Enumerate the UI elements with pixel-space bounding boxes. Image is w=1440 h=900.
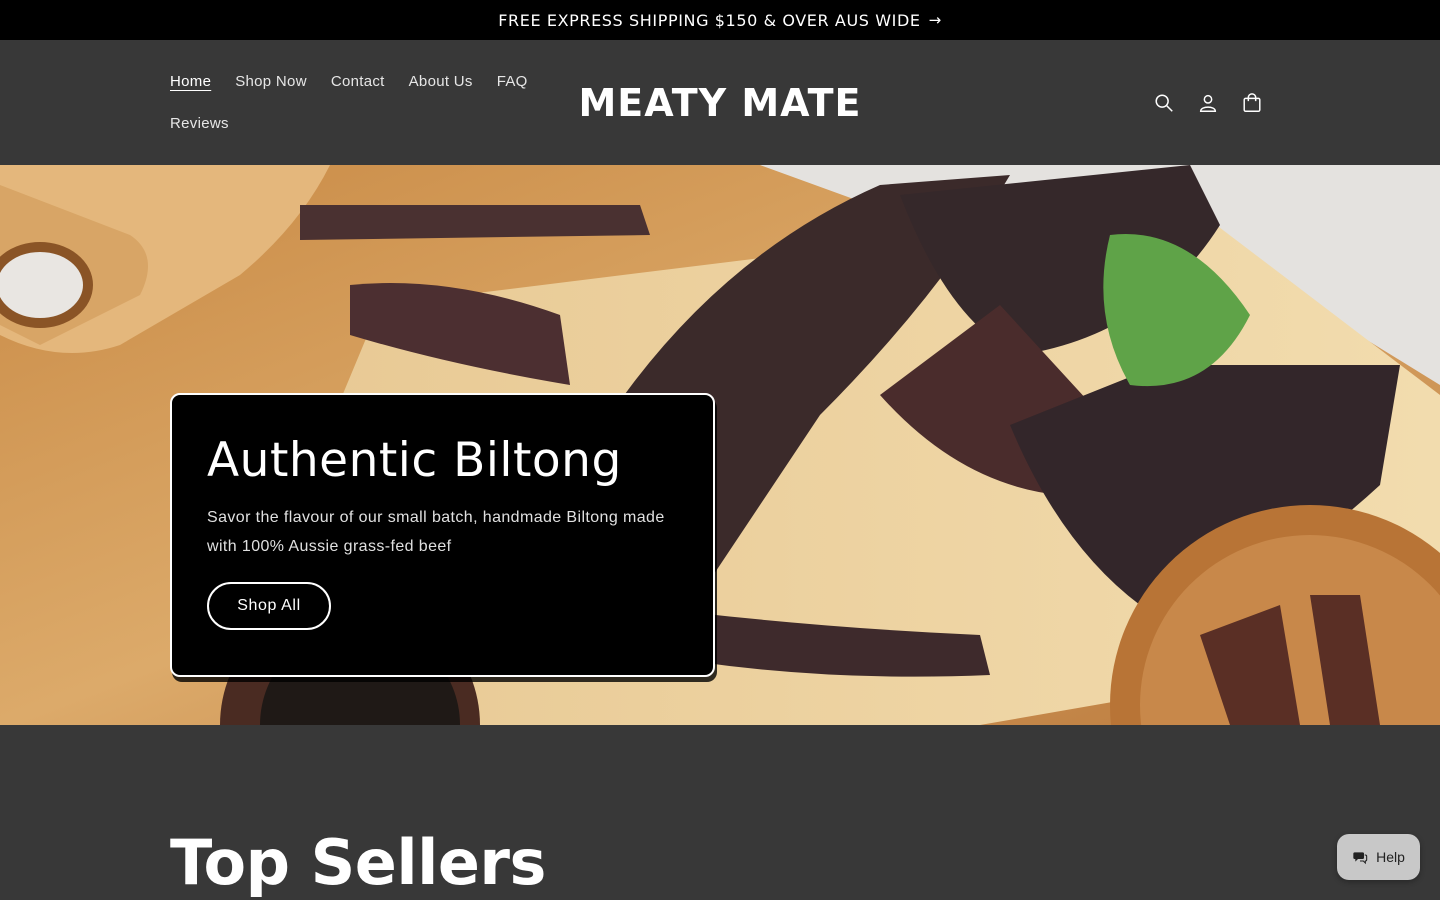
nav-home[interactable]: Home [158, 73, 223, 90]
hero-subtitle: Savor the flavour of our small batch, ha… [207, 509, 665, 555]
nav-about-us[interactable]: About Us [397, 73, 485, 90]
header-icons [1142, 81, 1274, 125]
search-icon [1155, 94, 1173, 112]
nav-reviews[interactable]: Reviews [158, 115, 241, 132]
nav-shop-now[interactable]: Shop Now [223, 73, 319, 90]
arrow-right-icon: → [928, 11, 942, 29]
account-icon [1199, 94, 1217, 112]
hero-title: Authentic Biltong [207, 433, 622, 488]
nav-faq[interactable]: FAQ [485, 73, 540, 90]
cart-icon [1243, 93, 1261, 112]
hero-banner: Authentic Biltong Savor the flavour of o… [0, 165, 1440, 725]
shop-all-button[interactable]: Shop All [207, 582, 331, 630]
help-button[interactable]: Help [1337, 834, 1420, 880]
site-header: Home Shop Now Contact About Us FAQ Revie… [0, 40, 1440, 165]
announcement-text: FREE EXPRESS SHIPPING $150 & OVER AUS WI… [498, 10, 921, 30]
account-button[interactable] [1186, 81, 1230, 125]
search-button[interactable] [1142, 81, 1186, 125]
help-label: Help [1376, 849, 1405, 865]
nav-contact[interactable]: Contact [319, 73, 397, 90]
section-title-top-sellers: Top Sellers [170, 826, 546, 899]
chat-icon [1353, 852, 1368, 865]
announcement-bar[interactable]: FREE EXPRESS SHIPPING $150 & OVER AUS WI… [0, 0, 1440, 40]
site-logo[interactable]: MEATY MATE [578, 80, 860, 126]
hero-card: Authentic Biltong Savor the flavour of o… [170, 393, 715, 677]
cart-button[interactable] [1230, 81, 1274, 125]
main-nav: Home Shop Now Contact About Us FAQ Revie… [158, 60, 558, 144]
